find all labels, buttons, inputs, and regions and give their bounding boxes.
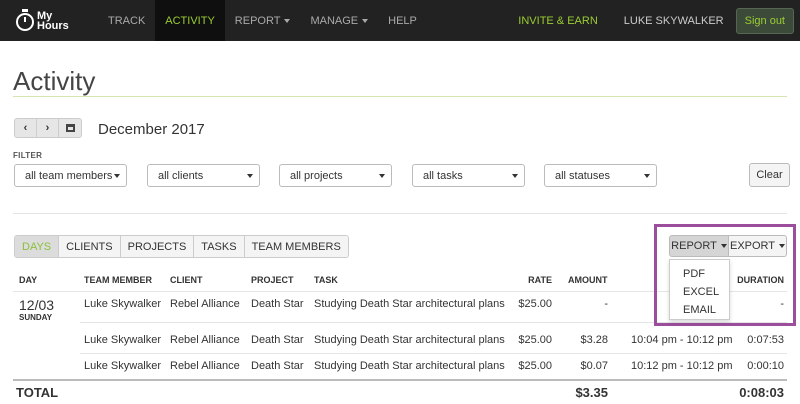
caret-down-icon [779,244,786,248]
prev-month-button[interactable]: ‹ [15,119,37,137]
row-client: Rebel Alliance [170,298,240,310]
caret-down-icon [644,174,650,178]
row-member: Luke Skywalker [84,360,162,372]
nav-track[interactable]: TRACK [98,0,155,41]
total-duration: 0:08:03 [739,385,784,400]
total-label: TOTAL [16,385,59,400]
row-rate: $25.00 [518,360,552,372]
tab-clients[interactable]: CLIENTS [59,236,121,257]
tab-projects[interactable]: PROJECTS [120,236,195,257]
row-amount: - [604,298,608,310]
calendar-button[interactable] [59,119,81,137]
filter-label: FILTER [13,151,43,160]
report-dropdown-menu: PDF EXCEL EMAIL [669,259,730,320]
team-member-select[interactable]: all team members [14,164,127,187]
menu-item-excel[interactable]: EXCEL [670,283,729,301]
stopwatch-icon [16,8,34,31]
top-nav: My Hours TRACK ACTIVITY REPORT MANAGE HE… [0,0,800,41]
view-tabs: DAYS CLIENTS PROJECTS TASKS TEAM MEMBERS [14,235,349,258]
row-rate: $25.00 [518,298,552,310]
chevron-right-icon: › [45,122,50,134]
col-header-member: TEAM MEMBER [84,275,152,285]
total-amount: $3.35 [575,385,608,400]
tab-tasks[interactable]: TASKS [194,236,245,257]
logo-text: My Hours [37,9,69,32]
menu-item-email[interactable]: EMAIL [670,301,729,319]
row-amount: $0.07 [580,360,608,372]
row-time-range: 10:04 pm - 10:12 pm [631,334,733,346]
calendar-icon [65,124,75,132]
col-header-task: TASK [314,275,338,285]
export-button[interactable]: EXPORT [729,235,787,257]
row-client: Rebel Alliance [170,334,240,346]
nav-help[interactable]: HELP [378,0,427,41]
title-divider [13,96,787,97]
caret-down-icon [512,174,518,178]
task-select[interactable]: all tasks [412,164,525,187]
total-divider [13,379,787,381]
tab-team-members[interactable]: TEAM MEMBERS [244,236,348,257]
myhours-logo[interactable]: My Hours [0,0,98,41]
project-select[interactable]: all projects [279,164,392,187]
signout-button[interactable]: Sign out [735,7,794,34]
menu-item-pdf[interactable]: PDF [670,265,729,283]
col-header-client: CLIENT [170,275,203,285]
caret-down-icon [114,174,120,178]
date-navigator: ‹ › [14,118,82,138]
status-select[interactable]: all statuses [544,164,657,187]
invite-earn-link[interactable]: INVITE & EARN [518,15,597,27]
user-menu[interactable]: LUKE SKYWALKER [624,15,724,27]
nav-manage[interactable]: MANAGE [300,0,378,41]
client-select[interactable]: all clients [147,164,260,187]
chevron-left-icon: ‹ [23,122,28,134]
caret-down-icon [247,174,253,178]
row-rate: $25.00 [518,334,552,346]
nav-report[interactable]: REPORT [225,0,301,41]
col-header-amount: AMOUNT [568,275,608,285]
col-header-project: PROJECT [251,275,294,285]
col-header-rate: RATE [528,275,552,285]
row-divider [80,353,787,354]
next-month-button[interactable]: › [37,119,59,137]
page-title: Activity [13,66,96,96]
row-duration: 0:00:10 [747,360,784,372]
row-member: Luke Skywalker [84,298,162,310]
row-client: Rebel Alliance [170,360,240,372]
row-task: Studying Death Star architectural plans [314,334,505,346]
caret-down-icon [284,18,291,23]
caret-down-icon [362,18,369,23]
report-button[interactable]: REPORT [669,235,729,257]
clear-filter-button[interactable]: Clear [749,163,790,187]
row-amount: $3.28 [580,334,608,346]
row-member: Luke Skywalker [84,334,162,346]
row-project: Death Star [251,298,304,310]
col-header-day: DAY [19,275,38,285]
nav-activity[interactable]: ACTIVITY [155,0,225,41]
row-duration: 0:07:53 [747,334,784,346]
row-task: Studying Death Star architectural plans [314,298,505,310]
caret-down-icon [720,244,727,248]
row-project: Death Star [251,360,304,372]
caret-down-icon [379,174,385,178]
section-divider [13,213,787,214]
row-project: Death Star [251,334,304,346]
nav-right: INVITE & EARN LUKE SKYWALKER Sign out [518,0,800,41]
day-date: 12/03 [19,297,55,313]
tab-days[interactable]: DAYS [15,236,60,257]
row-task: Studying Death Star architectural plans [314,360,505,372]
row-time-range: 10:12 pm - 10:12 pm [631,360,733,372]
day-weekday: SUNDAY [19,313,53,322]
current-month: December 2017 [98,121,205,138]
